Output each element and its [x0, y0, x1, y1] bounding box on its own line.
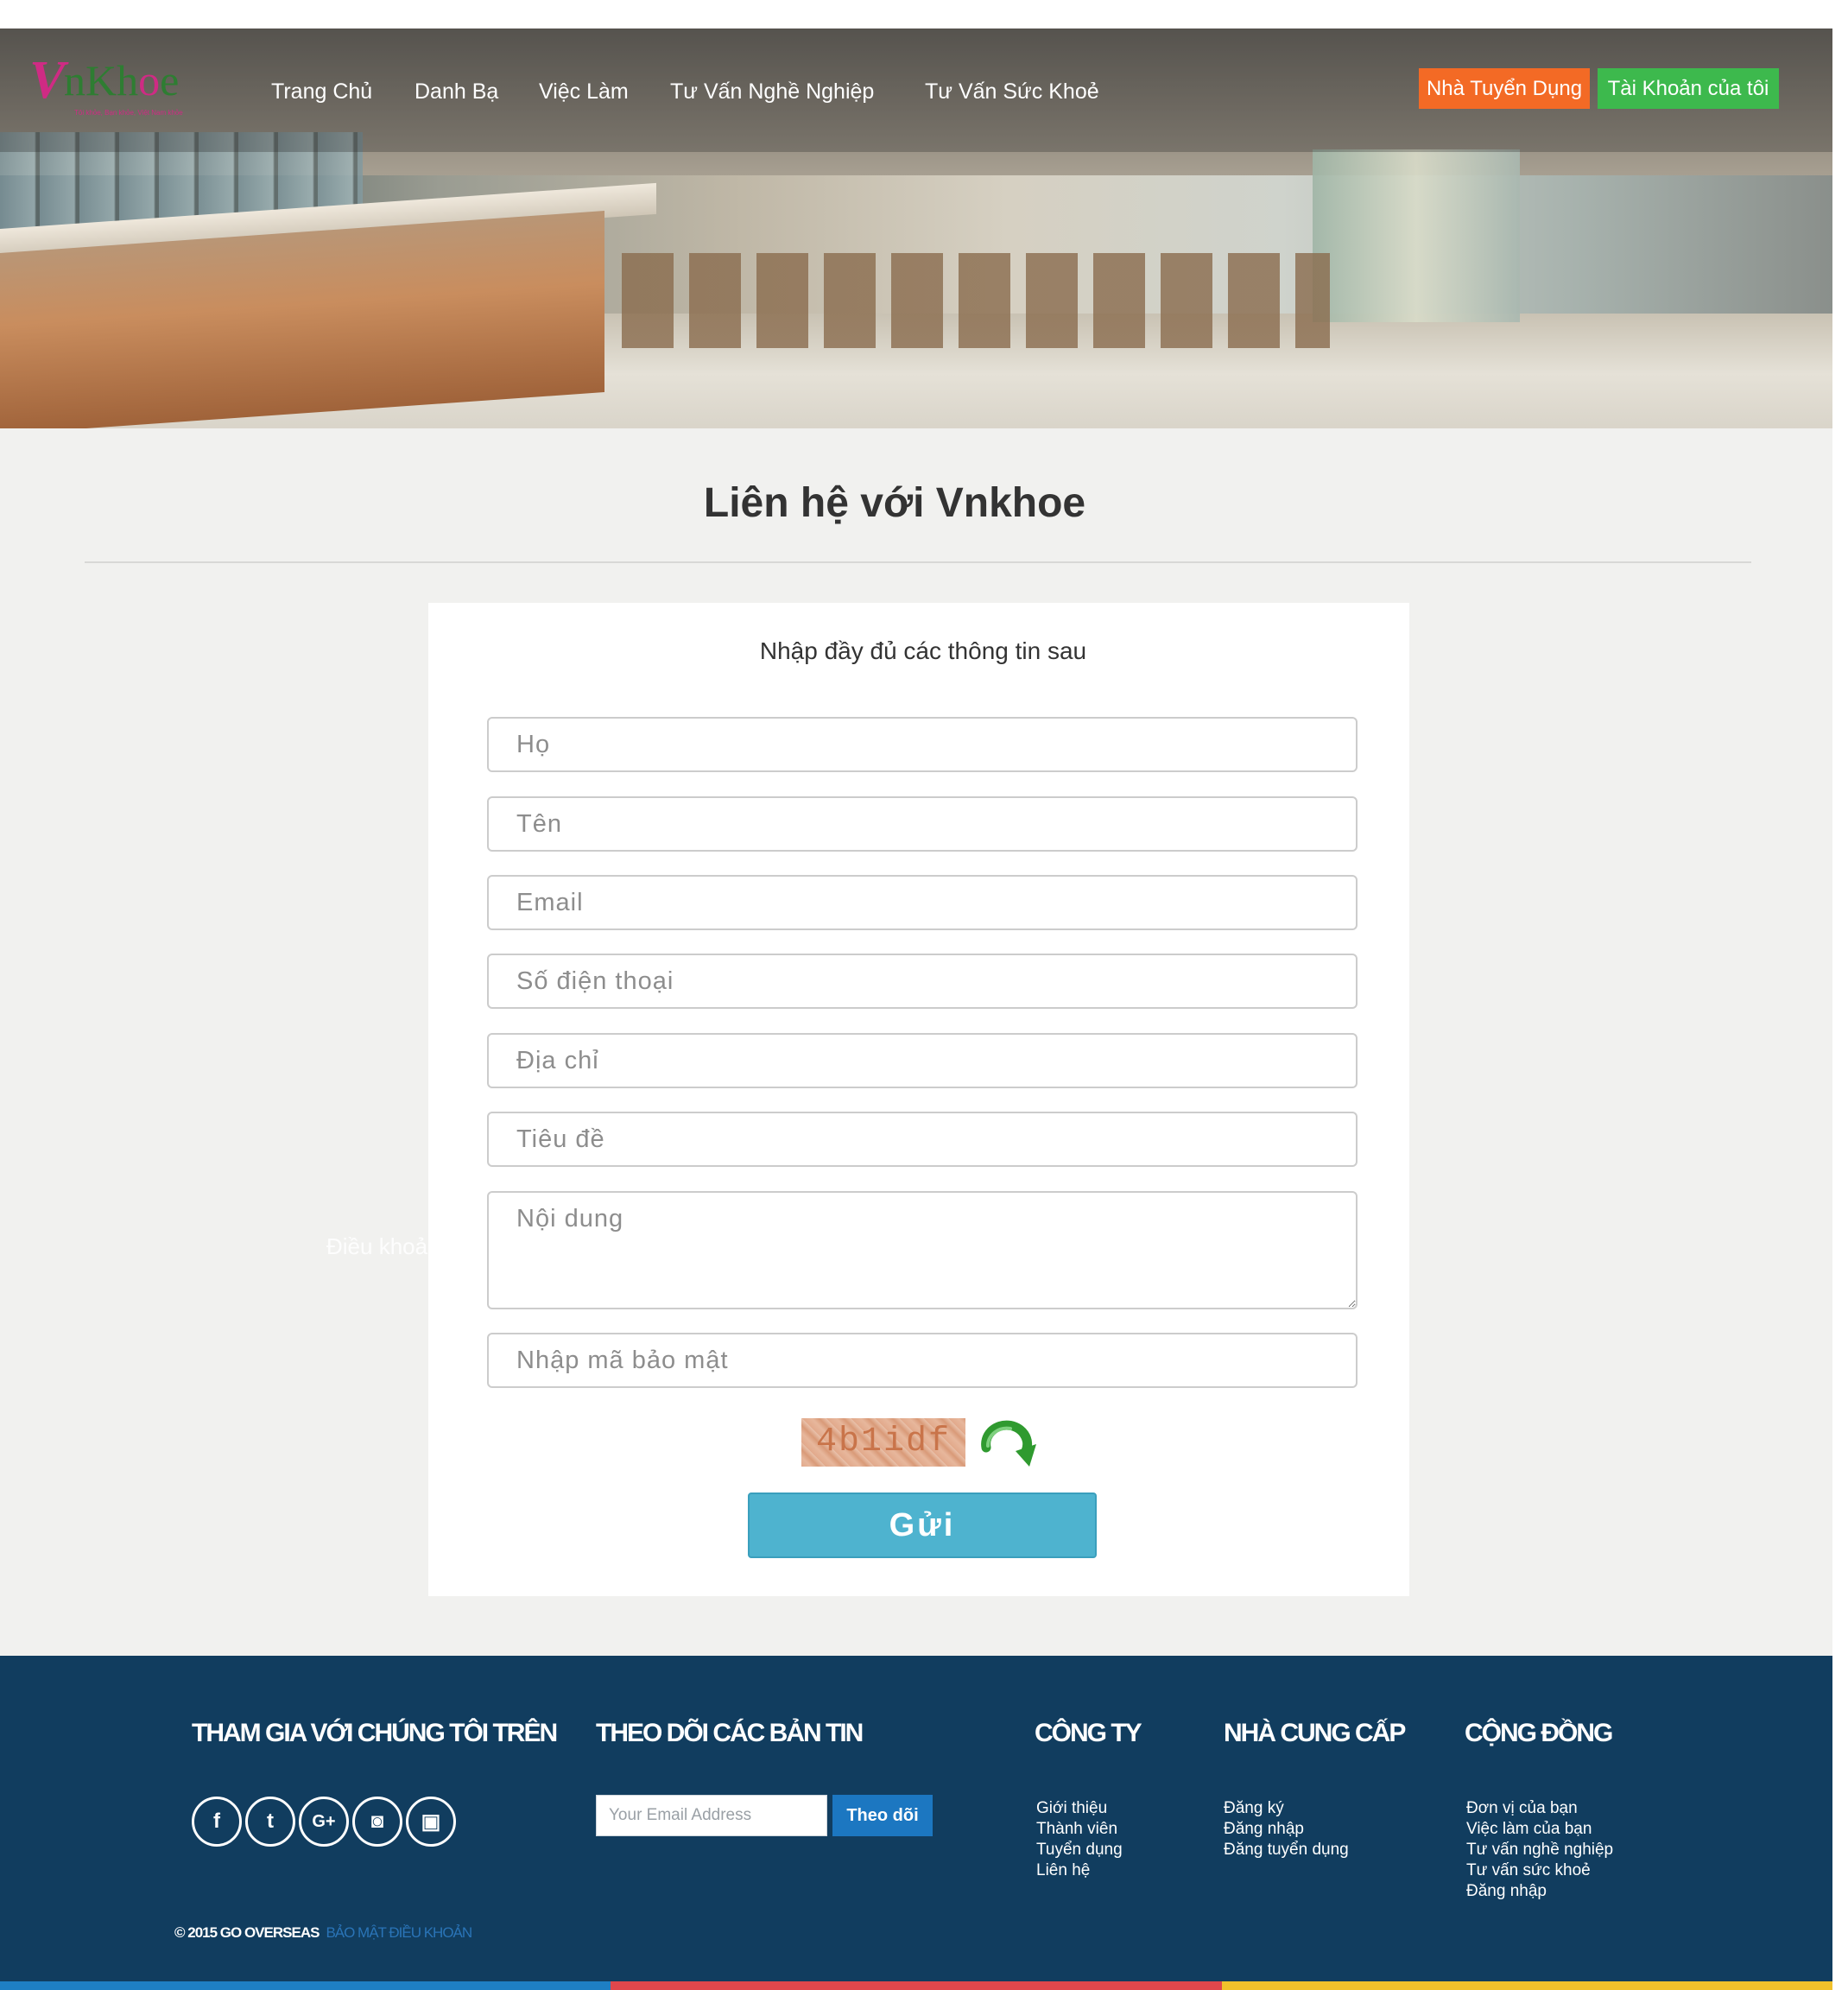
facebook-icon[interactable]: f: [192, 1797, 242, 1847]
page-title: Liên hệ với Vnkhoe: [703, 480, 1086, 526]
nav-item-health-advice[interactable]: Tư Vấn Sức Khoẻ: [925, 79, 1099, 114]
footer-link[interactable]: Việc làm của bạn: [1466, 1819, 1613, 1840]
youtube-icon[interactable]: ▣: [406, 1797, 456, 1847]
copyright-text: © 2015 GO OVERSEAS: [174, 1924, 320, 1941]
footer-company-heading: CÔNG TY: [1035, 1719, 1142, 1747]
footer-company-links: Giới thiệu Thành viên Tuyển dụng Liên hệ: [1036, 1798, 1123, 1881]
logo-mark: V: [29, 51, 66, 110]
legal-links[interactable]: BẢO MẬT ĐIỀU KHOẢN: [326, 1924, 472, 1941]
form-heading: Nhập đầy đủ các thông tin sau: [759, 637, 1087, 664]
footer-join-heading: THAM GIA VỚI CHÚNG TÔI TRÊN: [192, 1719, 558, 1747]
email-input[interactable]: [487, 875, 1358, 930]
security-code-input[interactable]: [487, 1333, 1358, 1388]
newsletter-follow-button[interactable]: Theo dõi: [832, 1795, 933, 1836]
instagram-icon[interactable]: ◙: [352, 1797, 402, 1847]
footer-link[interactable]: Đơn vị của bạn: [1466, 1798, 1613, 1819]
footer-newsletter-heading: THEO DÕI CÁC BẢN TIN: [596, 1719, 864, 1747]
captcha-image: 4b1idf: [801, 1418, 965, 1467]
footer-link[interactable]: Đăng nhập: [1224, 1819, 1349, 1840]
my-account-button[interactable]: Tài Khoản của tôi: [1598, 68, 1779, 109]
refresh-arrow-icon[interactable]: [976, 1416, 1040, 1470]
nav-item-career-advice[interactable]: Tư Vấn Nghề Nghiệp: [670, 79, 874, 114]
logo-word: nKhoe: [64, 56, 180, 105]
submit-button[interactable]: Gửi: [748, 1492, 1097, 1558]
content-textarea[interactable]: [487, 1191, 1358, 1309]
nav-item-directory[interactable]: Danh Bạ: [415, 79, 498, 114]
title-divider: [85, 561, 1751, 563]
footer-link[interactable]: Tư vấn nghề nghiệp: [1466, 1840, 1613, 1860]
copyright: © 2015 GO OVERSEAS BẢO MẬT ĐIỀU KHOẢN: [174, 1924, 472, 1942]
nav-item-jobs[interactable]: Việc Làm: [539, 79, 629, 114]
bottom-bar-red: [611, 1981, 1222, 1990]
footer-link[interactable]: Đăng nhập: [1466, 1881, 1613, 1902]
phone-input[interactable]: [487, 954, 1358, 1009]
last-name-input[interactable]: [487, 717, 1358, 772]
bottom-color-bar: [0, 1981, 1832, 1990]
footer-link[interactable]: Tuyển dụng: [1036, 1840, 1123, 1860]
hero-chairs: [622, 253, 1330, 348]
social-icons: f t G+ ◙ ▣: [192, 1797, 456, 1847]
hero-corridor: [1313, 149, 1520, 322]
footer-community-heading: CỘNG ĐỒNG: [1465, 1719, 1613, 1747]
footer-link[interactable]: Giới thiệu: [1036, 1798, 1123, 1819]
employer-button[interactable]: Nhà Tuyển Dụng: [1419, 68, 1590, 109]
first-name-input[interactable]: [487, 796, 1358, 852]
footer-supplier-links: Đăng ký Đăng nhập Đăng tuyển dụng: [1224, 1798, 1349, 1860]
footer-link[interactable]: Thành viên: [1036, 1819, 1123, 1840]
footer-community-links: Đơn vị của bạn Việc làm của bạn Tư vấn n…: [1466, 1798, 1613, 1902]
nav-item-home[interactable]: Trang Chủ: [271, 79, 372, 114]
page: V nKhoe Tôi khỏe, Bạn khỏe, Việt Nam khỏ…: [0, 0, 1848, 1990]
subject-input[interactable]: [487, 1112, 1358, 1167]
google-plus-icon[interactable]: G+: [299, 1797, 349, 1847]
footer-link[interactable]: Tư vấn sức khoẻ: [1466, 1860, 1613, 1881]
logo[interactable]: V nKhoe Tôi khỏe, Bạn khỏe, Việt Nam khỏ…: [29, 50, 211, 124]
twitter-icon[interactable]: t: [245, 1797, 295, 1847]
footer-link[interactable]: Đăng tuyển dụng: [1224, 1840, 1349, 1860]
logo-tagline: Tôi khỏe, Bạn khỏe, Việt Nam khỏe: [74, 109, 183, 117]
footer-link[interactable]: Đăng ký: [1224, 1798, 1349, 1819]
footer-supplier-heading: NHÀ CUNG CẤP: [1224, 1719, 1406, 1747]
bottom-bar-blue: [0, 1981, 611, 1990]
ghost-terms-text: Điều khoả: [326, 1233, 428, 1259]
bottom-bar-yellow: [1221, 1981, 1832, 1990]
address-input[interactable]: [487, 1033, 1358, 1088]
footer-link[interactable]: Liên hệ: [1036, 1860, 1123, 1881]
newsletter-email-input[interactable]: [596, 1795, 827, 1836]
